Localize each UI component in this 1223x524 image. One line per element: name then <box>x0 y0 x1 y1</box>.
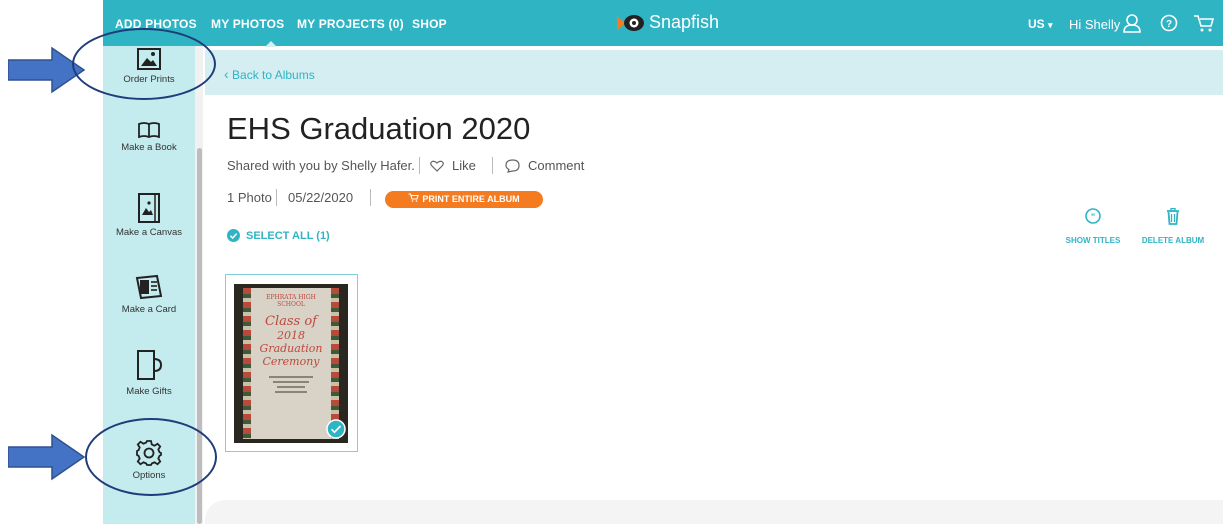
comment-label: Comment <box>528 158 585 173</box>
sidebar-item-label: Make a Book <box>121 142 177 153</box>
canvas-icon <box>138 193 160 223</box>
shared-by-text: Shared with you by Shelly Hafer. <box>227 158 415 173</box>
program-line: SCHOOL <box>277 301 305 308</box>
photo-count: 1 Photo <box>227 190 272 205</box>
brand-logo[interactable]: Snapfish <box>617 12 719 33</box>
delete-album-label: DELETE ALBUM <box>1141 236 1205 245</box>
print-entire-album-label: PRINT ENTIRE ALBUM <box>422 194 520 204</box>
chevron-down-icon: ▾ <box>1048 20 1053 30</box>
quote-icon: ” <box>1085 208 1101 224</box>
program-line: Ceremony <box>262 355 320 368</box>
nav-my-photos[interactable]: MY PHOTOS <box>211 17 284 31</box>
like-label: Like <box>452 158 476 173</box>
program-text: EPHRATA HIGH SCHOOL Class of 2018 Gradua… <box>251 294 331 396</box>
svg-text:”: ” <box>1091 212 1096 222</box>
nav-shop[interactable]: SHOP <box>412 17 447 31</box>
comment-button[interactable]: Comment <box>505 158 584 173</box>
highlight-ring-order-prints <box>72 28 216 100</box>
left-border-pattern <box>243 288 251 439</box>
show-titles-button[interactable]: ” SHOW TITLES <box>1062 208 1124 245</box>
album-title: EHS Graduation 2020 <box>227 111 531 146</box>
divider <box>492 157 493 174</box>
program-line: Graduation <box>259 342 323 355</box>
arrow-to-options <box>8 433 86 481</box>
program-line: 2018 <box>277 329 305 342</box>
back-to-albums-label: Back to Albums <box>232 68 315 82</box>
chevron-left-icon: ‹ <box>224 66 229 82</box>
check-circle-icon <box>227 229 240 242</box>
sidebar-item-make-book[interactable]: Make a Book <box>103 122 195 153</box>
fish-icon <box>617 14 644 31</box>
divider <box>276 189 277 206</box>
active-nav-indicator <box>265 41 277 47</box>
select-all-toggle[interactable]: SELECT ALL (1) <box>227 229 330 242</box>
divider <box>370 189 371 206</box>
sidebar-item-make-card[interactable]: Make a Card <box>103 274 195 315</box>
sidebar-item-label: Make a Card <box>121 304 177 315</box>
print-cart-icon <box>408 191 420 208</box>
nav-my-projects[interactable]: MY PROJECTS (0) <box>297 17 404 31</box>
brand-name: Snapfish <box>649 12 720 32</box>
sidebar-item-make-gifts[interactable]: Make Gifts <box>103 348 195 397</box>
heart-icon <box>430 160 444 172</box>
footer-strip <box>205 500 1223 524</box>
region-label: US <box>1028 17 1045 31</box>
photo-card[interactable]: EPHRATA HIGH SCHOOL Class of 2018 Gradua… <box>225 274 358 452</box>
selected-check-icon[interactable] <box>326 419 346 439</box>
sidebar-item-label: Make Gifts <box>126 386 172 397</box>
book-icon <box>138 122 160 138</box>
show-titles-label: SHOW TITLES <box>1065 236 1121 245</box>
program-line: EPHRATA HIGH <box>266 294 316 301</box>
svg-text:?: ? <box>1166 19 1172 30</box>
help-icon[interactable]: ? <box>1160 14 1178 32</box>
user-icon[interactable] <box>1122 13 1142 33</box>
mug-icon <box>137 350 163 380</box>
divider <box>419 157 420 174</box>
print-entire-album-button[interactable]: PRINT ENTIRE ALBUM <box>385 191 543 208</box>
right-border-pattern <box>331 288 339 439</box>
comment-icon <box>505 158 520 173</box>
program-small-print <box>269 376 313 393</box>
region-selector[interactable]: US ▾ <box>1028 17 1053 31</box>
greeting: Hi Shelly <box>1069 17 1121 32</box>
back-to-albums-link[interactable]: ‹ Back to Albums <box>224 66 315 82</box>
select-all-label: SELECT ALL (1) <box>246 229 330 242</box>
album-date: 05/22/2020 <box>288 190 354 205</box>
back-bar <box>205 50 1223 95</box>
cart-icon[interactable] <box>1193 13 1215 33</box>
card-icon <box>135 274 163 300</box>
highlight-ring-options <box>85 418 217 496</box>
sidebar-item-make-canvas[interactable]: Make a Canvas <box>103 193 195 238</box>
trash-icon <box>1167 208 1179 225</box>
like-button[interactable]: Like <box>430 158 476 173</box>
sidebar-item-label: Make a Canvas <box>115 227 182 238</box>
delete-album-button[interactable]: DELETE ALBUM <box>1138 208 1208 245</box>
program-line: Class of <box>265 314 317 329</box>
